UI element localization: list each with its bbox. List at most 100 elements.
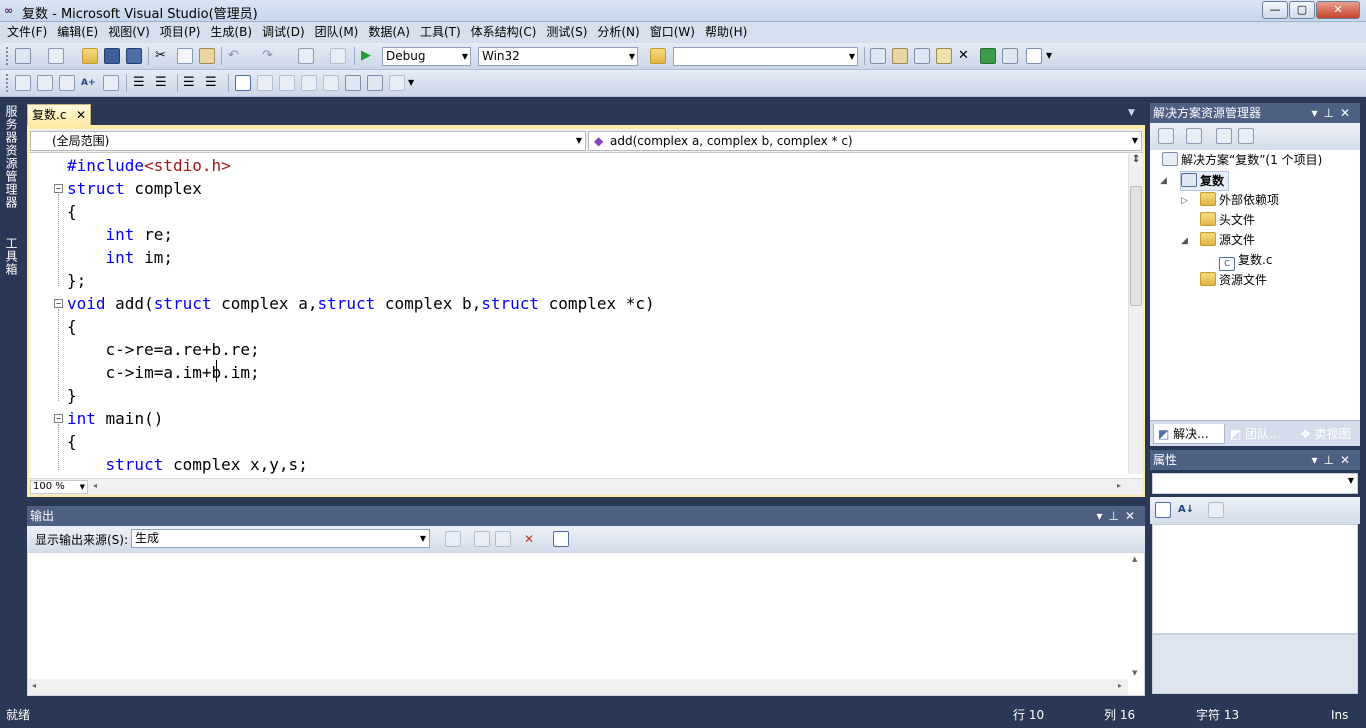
menu-view[interactable]: 视图(V) bbox=[103, 22, 155, 43]
previous-bookmark-folder-icon[interactable] bbox=[301, 75, 317, 91]
scroll-left-icon[interactable]: ◂ bbox=[93, 481, 97, 490]
start-debugging-icon[interactable]: ▶ bbox=[361, 48, 377, 64]
next-message-icon[interactable] bbox=[495, 531, 511, 547]
add-item-icon[interactable] bbox=[48, 48, 64, 64]
show-completion-icon[interactable] bbox=[103, 75, 119, 91]
window-position-icon[interactable]: ▾ bbox=[1096, 509, 1108, 523]
server-explorer-tab[interactable]: 服务器资源管理器 bbox=[3, 105, 20, 209]
command-window-icon[interactable] bbox=[1002, 48, 1018, 64]
tree-resource-files[interactable]: 资源文件 bbox=[1200, 271, 1267, 289]
next-bookmark-icon[interactable] bbox=[279, 75, 295, 91]
save-all-icon[interactable] bbox=[126, 48, 142, 64]
undo-icon[interactable]: ↶ bbox=[228, 48, 244, 64]
collapse-region-icon[interactable]: − bbox=[54, 414, 63, 423]
zoom-level-select[interactable]: 100 % ▼ bbox=[30, 480, 88, 494]
redo-icon[interactable]: ↷ bbox=[262, 48, 278, 64]
show-all-files-icon[interactable] bbox=[1186, 128, 1202, 144]
parameter-info-icon[interactable] bbox=[37, 75, 53, 91]
tree-source-files[interactable]: 源文件 bbox=[1200, 231, 1255, 249]
object-browser-icon[interactable] bbox=[914, 48, 930, 64]
clear-bookmarks-icon[interactable] bbox=[389, 75, 405, 91]
close-icon[interactable]: ✕ bbox=[1125, 509, 1141, 523]
properties-icon[interactable] bbox=[1158, 128, 1174, 144]
properties-grid[interactable] bbox=[1152, 524, 1358, 634]
output-text-area[interactable] bbox=[27, 552, 1145, 696]
categorized-icon[interactable] bbox=[1155, 502, 1171, 518]
output-source-select[interactable]: 生成 ▼ bbox=[131, 529, 430, 548]
toolbar-grip[interactable] bbox=[6, 74, 10, 92]
uncomment-lines-icon[interactable]: ☰ bbox=[205, 75, 221, 91]
collapse-icon[interactable]: ◢ bbox=[1181, 236, 1188, 246]
member-select[interactable]: ◆ add(complex a, complex b, complex * c) ▼ bbox=[588, 131, 1142, 151]
solution-explorer-icon[interactable] bbox=[870, 48, 886, 64]
scope-select[interactable]: (全局范围) ▼ bbox=[30, 131, 586, 151]
scroll-left-icon[interactable]: ◂ bbox=[32, 681, 36, 690]
menu-team[interactable]: 团队(M) bbox=[310, 22, 364, 43]
code-text-area[interactable]: #include<stdio.h> struct complex −{ int re… bbox=[29, 154, 1127, 474]
document-tab-fushu-c[interactable]: 复数.c ✕ bbox=[27, 104, 91, 125]
window-position-icon[interactable]: ▾ bbox=[1311, 106, 1323, 120]
auto-hide-pin-icon[interactable]: ⊥ bbox=[1108, 509, 1124, 523]
toolbar-options-icon[interactable]: ▼ bbox=[408, 75, 424, 91]
display-object-member-list-icon[interactable] bbox=[15, 75, 31, 91]
view-class-diagram-icon[interactable] bbox=[1238, 128, 1254, 144]
collapse-region-icon[interactable]: − bbox=[54, 299, 63, 308]
tab-team-explorer[interactable]: ◩ 团队... bbox=[1226, 424, 1296, 444]
auto-hide-pin-icon[interactable]: ⊥ bbox=[1323, 453, 1339, 467]
tree-external-dependencies[interactable]: 外部依赖项 bbox=[1200, 191, 1279, 209]
menu-test[interactable]: 测试(S) bbox=[541, 22, 592, 43]
next-bookmark-in-document-icon[interactable] bbox=[367, 75, 383, 91]
active-files-dropdown-icon[interactable]: ▼ bbox=[1128, 108, 1135, 118]
scroll-down-icon[interactable]: ▼ bbox=[1132, 669, 1137, 677]
menu-project[interactable]: 项目(P) bbox=[155, 22, 206, 43]
close-window-button[interactable]: ✕ bbox=[1316, 1, 1360, 19]
menu-help[interactable]: 帮助(H) bbox=[700, 22, 752, 43]
copy-icon[interactable] bbox=[177, 48, 193, 64]
toolbox-icon[interactable] bbox=[936, 48, 952, 64]
find-combo[interactable]: ▼ bbox=[673, 47, 858, 66]
menu-data[interactable]: 数据(A) bbox=[363, 22, 415, 43]
expand-icon[interactable]: ▷ bbox=[1181, 196, 1188, 206]
menu-edit[interactable]: 编辑(E) bbox=[52, 22, 103, 43]
auto-hide-pin-icon[interactable]: ⊥ bbox=[1323, 106, 1339, 120]
toolbar-grip[interactable] bbox=[6, 47, 10, 65]
solution-platform-select[interactable]: Win32 ▼ bbox=[478, 47, 638, 66]
cut-icon[interactable]: ✂ bbox=[155, 48, 171, 64]
maximize-button[interactable]: ▢ bbox=[1289, 1, 1315, 19]
scroll-right-icon[interactable]: ▸ bbox=[1118, 681, 1122, 690]
menu-window[interactable]: 窗口(W) bbox=[645, 22, 700, 43]
find-in-files-icon[interactable] bbox=[650, 48, 666, 64]
navigate-backward-icon[interactable] bbox=[298, 48, 314, 64]
menu-file[interactable]: 文件(F) bbox=[2, 22, 52, 43]
toggle-bookmark-icon[interactable] bbox=[235, 75, 251, 91]
property-pages-icon[interactable] bbox=[1208, 502, 1224, 518]
refresh-icon[interactable] bbox=[1216, 128, 1232, 144]
close-icon[interactable]: ✕ bbox=[76, 105, 86, 125]
decrease-indent-icon[interactable]: ☰ bbox=[133, 75, 149, 91]
tree-header-files[interactable]: 头文件 bbox=[1200, 211, 1255, 229]
save-icon[interactable] bbox=[104, 48, 120, 64]
split-handle-icon[interactable]: ⇕ bbox=[1132, 155, 1140, 165]
clear-all-icon[interactable]: ✕ bbox=[524, 531, 540, 547]
navigate-forward-icon[interactable] bbox=[330, 48, 346, 64]
start-page-icon[interactable] bbox=[980, 48, 996, 64]
find-message-in-code-icon[interactable] bbox=[445, 531, 461, 547]
output-vertical-scrollbar[interactable]: ▲ ▼ bbox=[1128, 553, 1143, 679]
scroll-right-icon[interactable]: ▸ bbox=[1117, 481, 1121, 490]
close-icon[interactable]: ✕ bbox=[1340, 106, 1356, 120]
menu-build[interactable]: 生成(B) bbox=[205, 22, 257, 43]
scroll-up-icon[interactable]: ▲ bbox=[1132, 555, 1137, 563]
window-position-icon[interactable]: ▾ bbox=[1311, 453, 1323, 467]
editor-scroll-thumb[interactable] bbox=[1130, 186, 1142, 306]
menu-analyze[interactable]: 分析(N) bbox=[592, 22, 644, 43]
solution-configuration-select[interactable]: Debug ▼ bbox=[382, 47, 471, 66]
tree-project-node[interactable]: 复数 bbox=[1180, 171, 1230, 191]
complete-word-icon[interactable]: A+ bbox=[81, 75, 97, 91]
tree-file-fushu-c[interactable]: C 复数.c bbox=[1219, 251, 1272, 271]
extension-manager-icon[interactable]: ✕ bbox=[958, 48, 974, 64]
alphabetical-icon[interactable]: A↓ bbox=[1178, 502, 1194, 518]
new-project-icon[interactable] bbox=[15, 48, 31, 64]
previous-bookmark-icon[interactable] bbox=[257, 75, 273, 91]
previous-bookmark-in-document-icon[interactable] bbox=[345, 75, 361, 91]
toggle-word-wrap-icon[interactable] bbox=[553, 531, 569, 547]
